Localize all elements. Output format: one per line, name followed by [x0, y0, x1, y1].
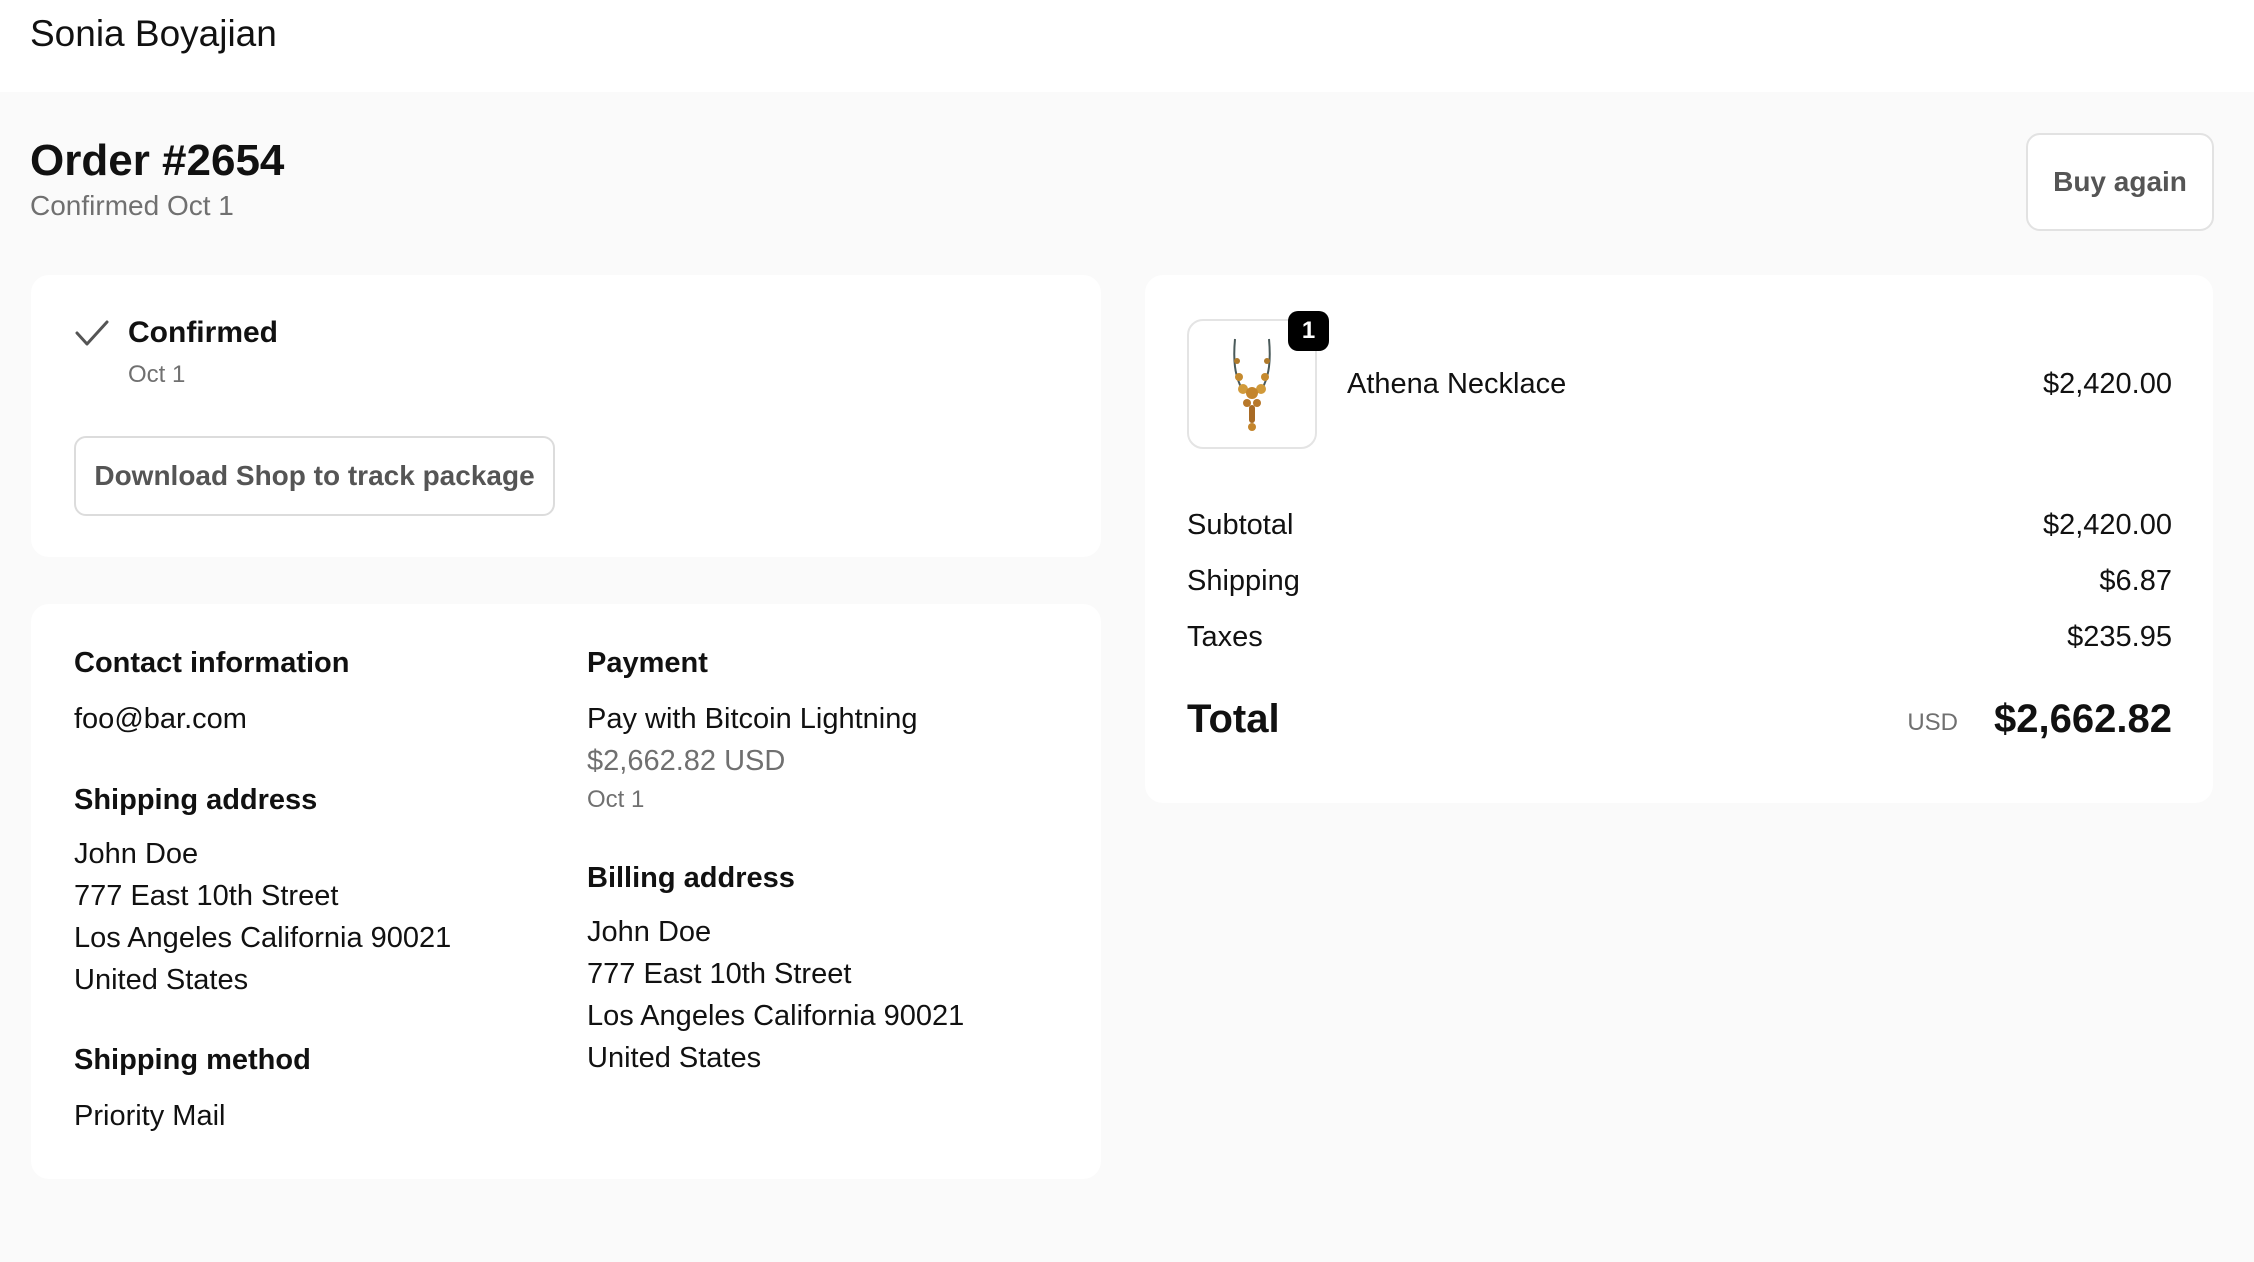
shipping-address-line: United States — [74, 964, 249, 996]
billing-address-line: John Doe — [587, 916, 712, 948]
order-status-card: Confirmed Oct 1 Download Shop to track p… — [31, 275, 1101, 557]
contact-email: foo@bar.com — [74, 703, 247, 735]
status-title: Confirmed — [128, 316, 278, 349]
store-name[interactable]: Sonia Boyajian — [30, 12, 277, 56]
shipping-value: $6.87 — [2099, 565, 2172, 597]
payment-method: Pay with Bitcoin Lightning — [587, 703, 918, 735]
billing-address-line: 777 East 10th Street — [587, 958, 852, 990]
contact-heading: Contact information — [74, 647, 350, 679]
shipping-address-line: John Doe — [74, 838, 199, 870]
top-bar: Sonia Boyajian — [0, 0, 2254, 92]
necklace-image-icon — [1233, 338, 1271, 431]
total-row: Total USD $2,662.82 — [1187, 695, 2172, 745]
shipping-address-heading: Shipping address — [74, 784, 318, 816]
checkmark-icon — [75, 320, 109, 346]
subtotal-row: Subtotal $2,420.00 — [1187, 508, 2172, 542]
payment-amount: $2,662.82 USD — [587, 745, 786, 777]
track-package-button[interactable]: Download Shop to track package — [74, 436, 555, 516]
shipping-row: Shipping $6.87 — [1187, 564, 2172, 598]
payment-heading: Payment — [587, 647, 708, 679]
order-confirmed-date: Confirmed Oct 1 — [30, 190, 234, 221]
product-thumbnail[interactable]: 1 — [1187, 311, 1329, 449]
order-details-card: Contact information foo@bar.com Shipping… — [31, 604, 1101, 1179]
billing-address-line: United States — [587, 1042, 762, 1074]
subtotal-value: $2,420.00 — [2042, 509, 2172, 541]
shipping-label: Shipping — [1187, 565, 1300, 597]
payment-date: Oct 1 — [587, 786, 645, 813]
shipping-method-heading: Shipping method — [74, 1044, 311, 1076]
shipping-address-line: Los Angeles California 90021 — [74, 922, 452, 954]
shipping-address-line: 777 East 10th Street — [74, 880, 339, 912]
taxes-row: Taxes $235.95 — [1187, 620, 2172, 654]
billing-address-heading: Billing address — [587, 862, 795, 894]
taxes-label: Taxes — [1187, 621, 1263, 653]
buy-again-button[interactable]: Buy again — [2026, 133, 2214, 231]
product-price: $2,420.00 — [2042, 368, 2172, 400]
status-date: Oct 1 — [128, 361, 186, 388]
total-value: $2,662.82 — [1994, 697, 2172, 741]
total-label: Total — [1187, 697, 1280, 741]
total-currency: USD — [1907, 709, 1958, 736]
order-summary-card: 1 Athena Necklace $2,420.00 Subtotal $2,… — [1145, 275, 2213, 803]
billing-address-line: Los Angeles California 90021 — [587, 1000, 965, 1032]
shipping-method-value: Priority Mail — [74, 1100, 226, 1132]
taxes-value: $235.95 — [2067, 621, 2172, 653]
page-title: Order #2654 — [30, 136, 285, 185]
subtotal-label: Subtotal — [1187, 509, 1294, 541]
product-name[interactable]: Athena Necklace — [1347, 367, 1566, 401]
quantity-badge: 1 — [1288, 311, 1329, 351]
